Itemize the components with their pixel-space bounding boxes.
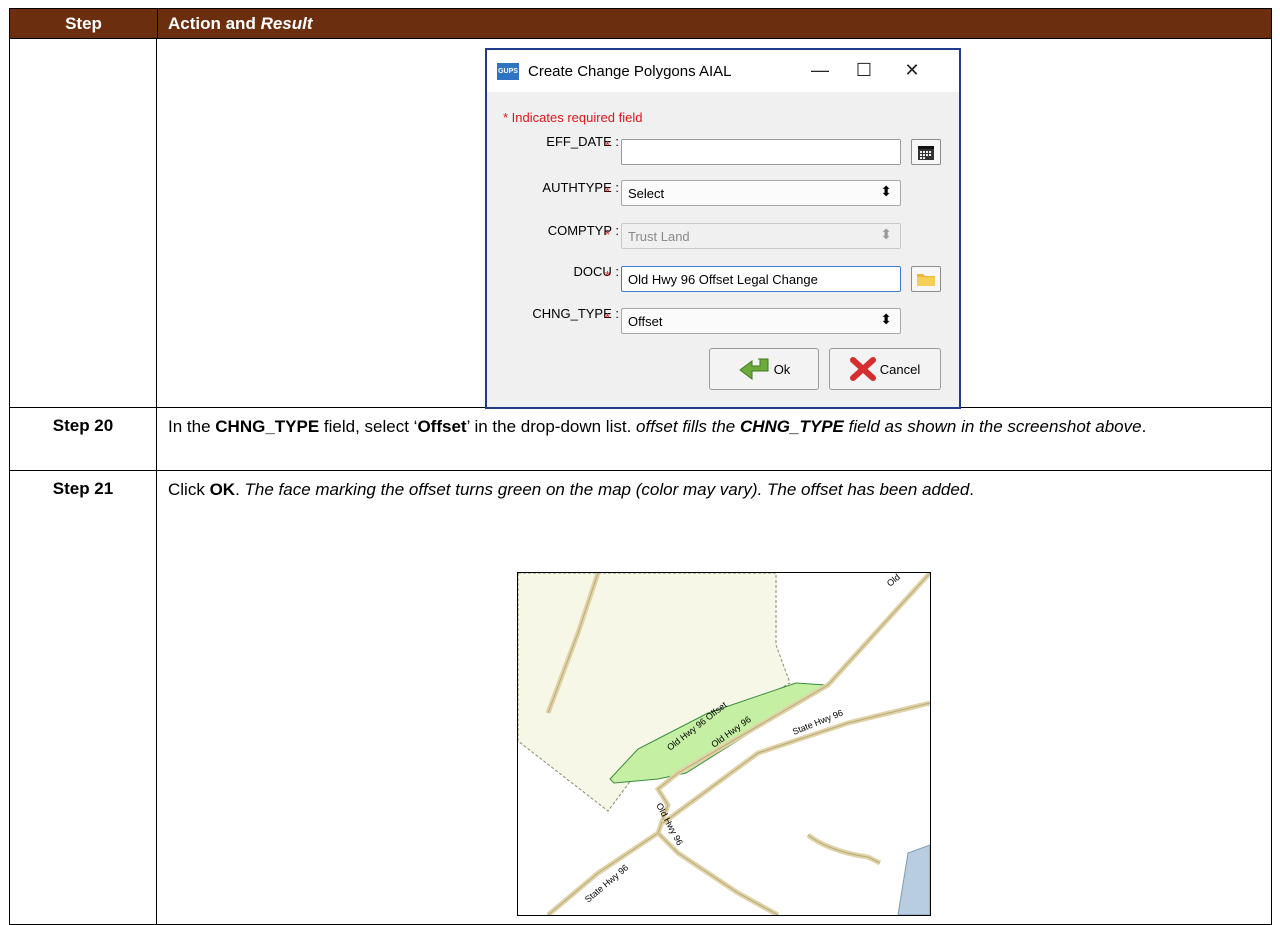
text-run: field, select ‘ <box>319 417 418 436</box>
chng-type-select[interactable]: Offset ⬍ <box>621 308 901 334</box>
required-field-note: * Indicates required field <box>503 110 643 125</box>
eff-date-input[interactable] <box>621 139 901 165</box>
required-star: * <box>605 184 611 199</box>
text-run: . <box>969 480 975 499</box>
cancel-x-icon <box>849 357 876 381</box>
comptyp-value: Trust Land <box>628 228 690 244</box>
option-name: Offset <box>417 417 467 436</box>
action-cell: In the CHNG_TYPE field, select ‘Offset’ … <box>157 408 1271 470</box>
step-cell: Step 21 <box>10 471 157 924</box>
updown-arrow-icon: ⬍ <box>880 183 892 199</box>
required-star: * <box>605 268 611 283</box>
dialog-title-bar: GUPS Create Change Polygons AIAL — ☐ ✕ <box>487 50 959 92</box>
result-text: field as shown in the screenshot above <box>843 417 1142 436</box>
required-star: * <box>605 310 611 325</box>
field-name: CHNG_TYPE <box>215 417 320 436</box>
chng-type-value: Offset <box>628 313 663 329</box>
text-run: Click <box>168 480 210 499</box>
ok-button[interactable]: Ok <box>709 348 819 390</box>
docu-label: DOCU : <box>573 264 620 279</box>
updown-arrow-icon: ⬍ <box>880 226 892 242</box>
calendar-button[interactable] <box>911 139 941 165</box>
map-screenshot: Old Hwy 96 Offset Old Hwy 96 State Hwy 9… <box>517 572 931 916</box>
minimize-button[interactable]: — <box>805 59 835 81</box>
folder-icon <box>917 274 935 286</box>
ok-label: Ok <box>773 361 791 377</box>
updown-arrow-icon: ⬍ <box>880 311 892 327</box>
table-row: Step 20 In the CHNG_TYPE field, select ‘… <box>10 407 1271 470</box>
create-change-polygons-dialog: GUPS Create Change Polygons AIAL — ☐ ✕ *… <box>485 48 961 409</box>
header-action: Action and Result <box>158 9 1271 38</box>
comptyp-select: Trust Land ⬍ <box>621 223 901 249</box>
required-star: * <box>605 138 611 153</box>
authtype-select[interactable]: Select ⬍ <box>621 180 901 206</box>
text-run: . <box>1141 417 1147 436</box>
button-name: OK <box>209 480 236 499</box>
cancel-button[interactable]: Cancel <box>829 348 941 390</box>
header-action-text: Action and <box>168 13 256 33</box>
required-star: * <box>605 227 611 242</box>
calendar-icon <box>918 145 934 160</box>
step-cell: Step 20 <box>10 408 157 470</box>
header-result-text: Result <box>260 13 313 33</box>
header-step: Step <box>10 9 158 38</box>
step-cell <box>10 39 157 407</box>
authtype-value: Select <box>628 185 665 201</box>
text-run: . <box>235 480 245 499</box>
text-run: In the <box>168 417 216 436</box>
result-text: The face marking the offset turns green … <box>244 480 970 499</box>
result-field-name: CHNG_TYPE <box>739 417 844 436</box>
text-run: ’ in the drop-down list. <box>466 417 637 436</box>
result-text: offset fills the <box>636 417 740 436</box>
gups-app-icon: GUPS <box>497 62 519 80</box>
map-canvas: Old Hwy 96 Offset Old Hwy 96 State Hwy 9… <box>518 573 930 915</box>
close-button[interactable]: ✕ <box>897 59 927 81</box>
docu-input[interactable]: Old Hwy 96 Offset Legal Change <box>621 266 901 292</box>
cancel-label: Cancel <box>879 361 921 377</box>
dialog-title: Create Change Polygons AIAL <box>528 62 732 80</box>
table-header: Step Action and Result <box>10 9 1271 38</box>
maximize-button[interactable]: ☐ <box>849 59 879 81</box>
ok-arrow-icon <box>738 358 769 380</box>
browse-folder-button[interactable] <box>911 266 941 292</box>
